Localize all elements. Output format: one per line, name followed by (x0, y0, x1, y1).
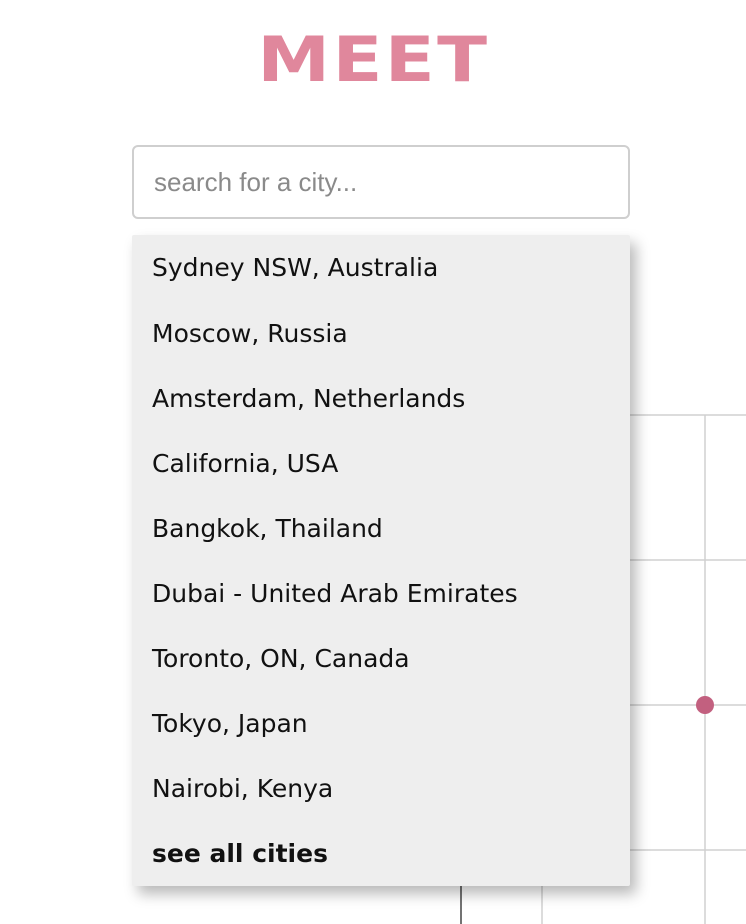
app-logo: MEET (0, 22, 746, 98)
city-suggestions-list: Sydney NSW, Australia Moscow, Russia Amste… (132, 235, 630, 886)
city-search-input[interactable] (134, 147, 628, 217)
city-suggestion-item[interactable]: Nairobi, Kenya (132, 756, 630, 821)
city-suggestion-item[interactable]: Sydney NSW, Australia (132, 235, 630, 301)
city-suggestion-item[interactable]: Moscow, Russia (132, 301, 630, 366)
city-search-box[interactable] (132, 145, 630, 219)
logo-text: MEET (256, 23, 490, 96)
city-suggestion-item[interactable]: California, USA (132, 431, 630, 496)
city-suggestion-item[interactable]: Amsterdam, Netherlands (132, 366, 630, 431)
city-suggestion-item[interactable]: Toronto, ON, Canada (132, 626, 630, 691)
see-all-cities-item[interactable]: see all cities (132, 821, 630, 886)
chart-data-point[interactable] (696, 696, 714, 714)
city-suggestion-item[interactable]: Dubai - United Arab Emirates (132, 561, 630, 626)
city-suggestion-item[interactable]: Tokyo, Japan (132, 691, 630, 756)
city-suggestion-item[interactable]: Bangkok, Thailand (132, 496, 630, 561)
